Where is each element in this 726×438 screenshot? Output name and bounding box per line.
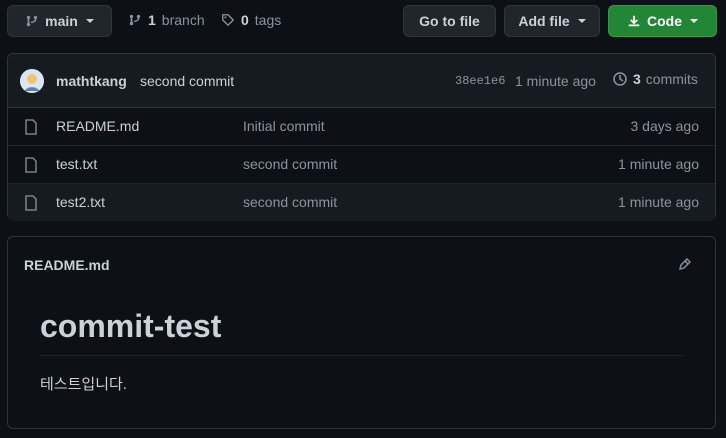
readme-filename: README.md xyxy=(24,257,110,273)
tag-count: 0 xyxy=(241,12,249,28)
commit-sha[interactable]: 38ee1e6 xyxy=(455,74,505,88)
file-icon xyxy=(25,119,37,135)
commit-label: commits xyxy=(645,71,698,87)
commit-count: 3 xyxy=(633,71,641,87)
add-file-label: Add file xyxy=(518,13,570,29)
file-time: 1 minute ago xyxy=(618,194,699,210)
branches-link[interactable]: 1 branch xyxy=(128,12,205,28)
branch-count: 1 xyxy=(148,12,156,28)
readme-body: 테스트입니다. xyxy=(40,376,127,393)
readme-panel: README.md commit-test 테스트입니다. xyxy=(7,236,716,429)
readme-header: README.md xyxy=(8,237,715,290)
avatar[interactable] xyxy=(20,69,44,93)
branch-select-button[interactable]: main xyxy=(7,5,112,37)
commit-message[interactable]: second commit xyxy=(140,73,234,89)
file-commit-message[interactable]: second commit xyxy=(243,156,337,172)
file-commit-message[interactable]: Initial commit xyxy=(243,118,325,134)
git-branch-icon xyxy=(26,15,38,27)
chevron-down-icon xyxy=(577,19,586,23)
chevron-down-icon xyxy=(85,19,94,23)
file-row[interactable]: test.txt second commit 1 minute ago xyxy=(8,146,715,184)
readme-heading: commit-test xyxy=(40,308,222,344)
history-icon xyxy=(613,72,627,86)
tags-link[interactable]: 0 tags xyxy=(221,12,281,28)
code-button[interactable]: Code xyxy=(608,5,717,37)
file-time: 3 days ago xyxy=(630,118,700,134)
repo-toolbar: main 1 branch 0 tags Go to file Add file… xyxy=(0,0,726,42)
file-row[interactable]: test2.txt second commit 1 minute ago xyxy=(8,184,715,221)
tag-icon xyxy=(222,14,235,27)
commit-time: 1 minute ago xyxy=(515,73,596,89)
file-browser: mathtkang second commit 38ee1e6 1 minute… xyxy=(7,53,716,221)
file-icon xyxy=(25,195,37,211)
chevron-down-icon xyxy=(690,19,698,23)
file-commit-message[interactable]: second commit xyxy=(243,194,337,210)
commits-link[interactable]: 3 commits xyxy=(612,71,698,87)
commit-author[interactable]: mathtkang xyxy=(56,73,127,89)
heading-divider xyxy=(40,355,683,356)
branch-name: main xyxy=(45,13,78,29)
file-time: 1 minute ago xyxy=(618,156,699,172)
file-icon xyxy=(25,157,37,173)
go-to-file-button[interactable]: Go to file xyxy=(403,5,496,37)
tag-label: tags xyxy=(254,12,282,28)
download-icon xyxy=(628,15,640,27)
file-row[interactable]: README.md Initial commit 3 days ago xyxy=(8,108,715,146)
add-file-button[interactable]: Add file xyxy=(504,5,600,37)
file-name[interactable]: README.md xyxy=(56,118,139,134)
latest-commit-bar: mathtkang second commit 38ee1e6 1 minute… xyxy=(8,54,715,108)
git-branch-icon xyxy=(129,14,141,26)
branch-label: branch xyxy=(161,12,205,28)
file-name[interactable]: test2.txt xyxy=(56,194,105,210)
readme-content: commit-test 테스트입니다. xyxy=(40,307,684,394)
pencil-icon[interactable] xyxy=(677,257,693,273)
code-label: Code xyxy=(647,13,682,29)
file-name[interactable]: test.txt xyxy=(56,156,97,172)
